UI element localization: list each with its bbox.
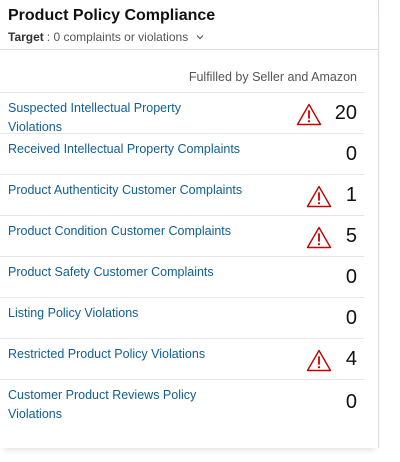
target-dropdown[interactable]: Target : 0 complaints or violations (8, 29, 370, 45)
row-count: 0 (345, 143, 357, 165)
row-count: 4 (345, 348, 357, 370)
compliance-list: Fulfilled by Seller and Amazon Suspected… (0, 62, 378, 431)
panel-title: Product Policy Compliance (8, 7, 216, 24)
row-label-listing-policy-violations[interactable]: Listing Policy Violations (8, 304, 298, 323)
row-count: 20 (334, 102, 357, 124)
row-count: 0 (345, 307, 357, 329)
warning-triangle-icon (306, 226, 332, 249)
list-item: Product Condition Customer Complaints 5 (0, 215, 364, 256)
row-label-suspected-ip-violations[interactable]: Suspected Intellectual Property Violatio… (8, 99, 228, 137)
panel-header: Product Policy Compliance Target : 0 com… (0, 0, 378, 50)
fulfillment-subheading: Fulfilled by Seller and Amazon (188, 70, 357, 84)
warning-triangle-icon (296, 103, 322, 126)
row-count: 0 (345, 391, 357, 413)
list-item: Restricted Product Policy Violations 4 (0, 338, 364, 379)
row-label-condition-complaints[interactable]: Product Condition Customer Complaints (8, 222, 298, 241)
row-label-received-ip-complaints[interactable]: Received Intellectual Property Complaint… (8, 140, 298, 159)
target-value: : 0 complaints or violations (46, 30, 189, 44)
row-count: 0 (345, 266, 357, 288)
row-label-reviews-policy-violations[interactable]: Customer Product Reviews Policy Violatio… (8, 386, 228, 424)
list-item: Listing Policy Violations 0 (0, 297, 364, 338)
warning-triangle-icon (306, 185, 332, 208)
row-count: 1 (345, 184, 357, 206)
list-item: Customer Product Reviews Policy Violatio… (0, 379, 364, 431)
warning-triangle-icon (306, 349, 332, 372)
list-item: Product Authenticity Customer Complaints… (0, 174, 364, 215)
row-label-restricted-product-violations[interactable]: Restricted Product Policy Violations (8, 345, 298, 364)
row-label-safety-complaints[interactable]: Product Safety Customer Complaints (8, 263, 298, 282)
product-policy-compliance-panel: Product Policy Compliance Target : 0 com… (0, 0, 379, 448)
row-count: 5 (345, 225, 357, 247)
list-item: Suspected Intellectual Property Violatio… (0, 92, 364, 134)
list-item: Received Intellectual Property Complaint… (0, 133, 364, 174)
chevron-down-icon[interactable] (195, 32, 205, 42)
target-label: Target (8, 30, 44, 44)
list-item: Product Safety Customer Complaints 0 (0, 256, 364, 297)
row-label-authenticity-complaints[interactable]: Product Authenticity Customer Complaints (8, 181, 298, 200)
